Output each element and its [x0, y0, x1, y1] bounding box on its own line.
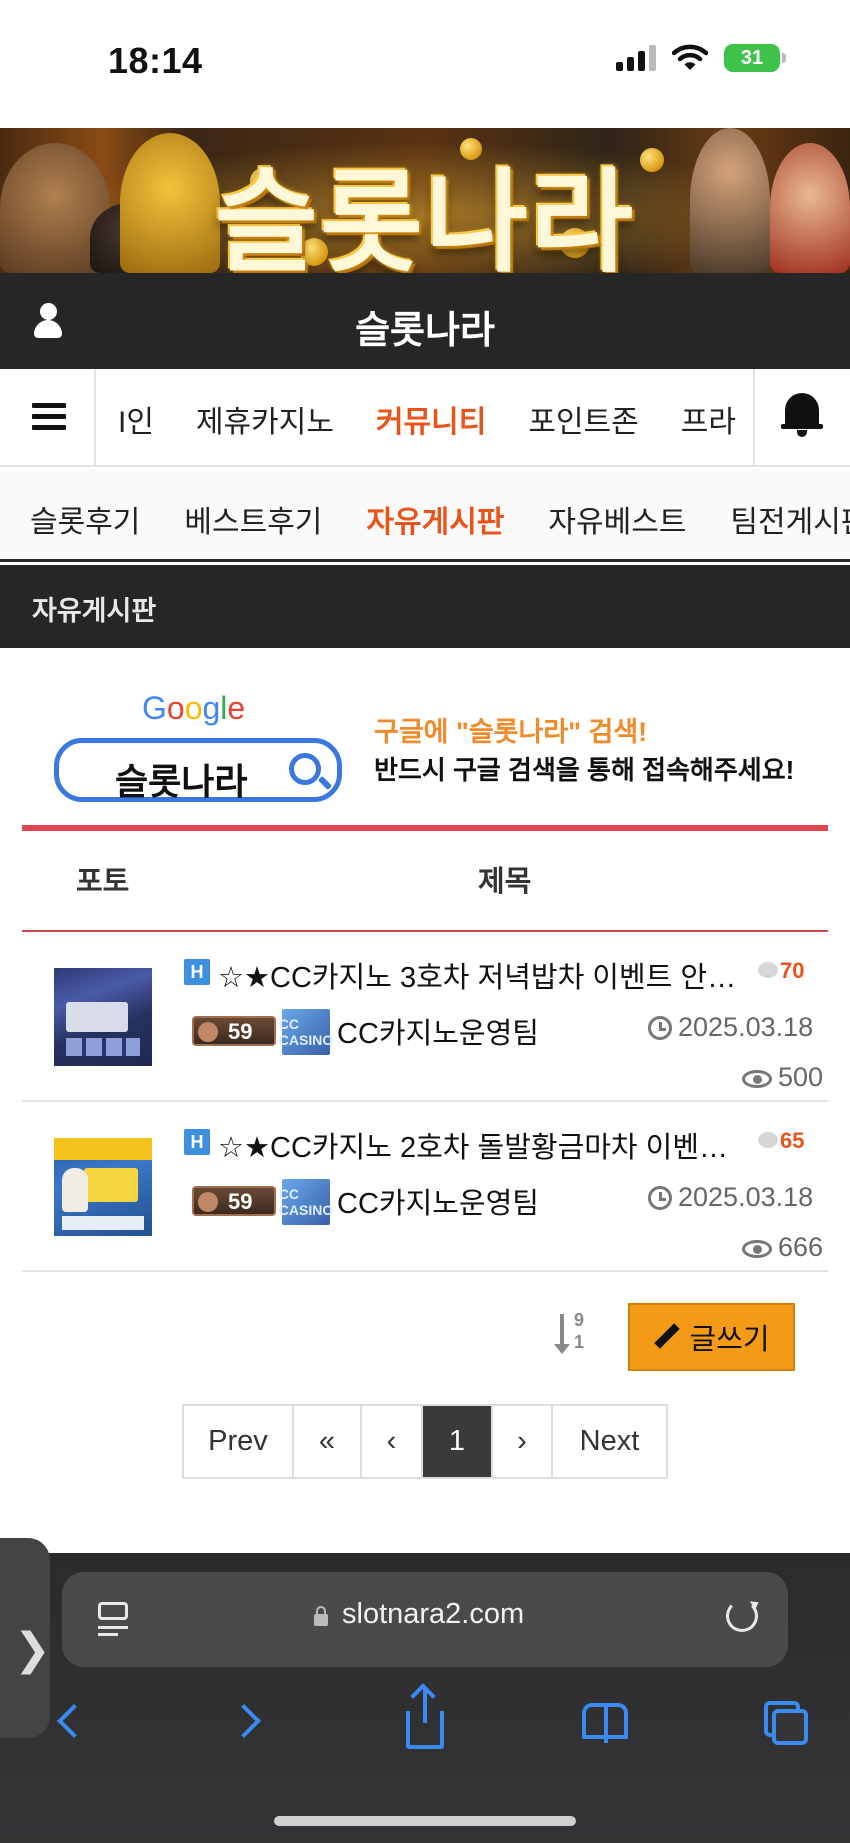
post-title[interactable]: ☆★CC카지노 2호차 돌발황금마차 이벤트 안내★☆	[218, 1124, 738, 1166]
clock-icon	[648, 1016, 672, 1040]
level-gem-icon	[198, 1022, 218, 1042]
sub-nav-item-free-best[interactable]: 자유베스트	[548, 497, 686, 541]
sub-nav-item-best-reviews[interactable]: 베스트후기	[184, 497, 322, 541]
post-row[interactable]: H ☆★CC카지노 2호차 돌발황금마차 이벤트 안내★☆ 65 59 CC C…	[22, 1102, 828, 1272]
share-icon	[423, 1689, 427, 1723]
sub-nav-item-team-board[interactable]: 팀전게시판	[730, 497, 850, 541]
sort-bottom-number: 1	[574, 1332, 585, 1352]
main-nav-item-partner-casino[interactable]: 제휴카지노	[196, 397, 334, 441]
main-nav: I인 제휴카지노 커뮤니티 포인트존 프라	[0, 369, 850, 467]
post-date: 2025.03.18	[678, 1182, 814, 1212]
comment-icon	[758, 962, 778, 978]
bell-icon	[781, 393, 823, 437]
page-menu-icon[interactable]	[98, 1602, 128, 1636]
eye-icon	[742, 1240, 772, 1258]
wifi-icon	[672, 44, 708, 70]
reload-icon[interactable]	[726, 1600, 758, 1632]
clock-time: 18:14	[108, 40, 203, 81]
post-row[interactable]: H ☆★CC카지노 3호차 저녁밥차 이벤트 안내★☆ 70 59 CC CAS…	[22, 932, 828, 1102]
site-header: 슬롯나라	[0, 273, 850, 369]
post-author[interactable]: CC카지노운영팀	[337, 1180, 539, 1222]
side-panel-chevron: ❯	[14, 1625, 51, 1674]
cc-casino-logo: CC CASINO	[279, 1179, 333, 1225]
view-count: 500	[778, 1062, 824, 1092]
main-nav-item[interactable]: I인	[118, 397, 154, 441]
next-button[interactable]: Next	[553, 1406, 666, 1477]
forward-button[interactable]	[222, 1695, 282, 1751]
level-badge: 59	[192, 1016, 276, 1046]
main-nav-item-community[interactable]: 커뮤니티	[376, 397, 486, 441]
comment-icon	[758, 1132, 778, 1148]
first-page-button[interactable]: «	[294, 1406, 362, 1477]
ad-search-box: 슬롯나라	[54, 738, 342, 802]
level-gem-icon	[198, 1192, 218, 1212]
main-nav-item-more[interactable]: 프라	[681, 397, 736, 441]
book-icon	[582, 1703, 606, 1739]
url-text[interactable]: slotnara2.com	[342, 1598, 524, 1631]
sub-nav-item-slot-reviews[interactable]: 슬롯후기	[30, 497, 140, 541]
hamburger-menu-icon[interactable]	[0, 369, 96, 465]
bookmarks-button[interactable]	[576, 1695, 636, 1751]
write-post-button[interactable]: 글쓰기	[628, 1303, 795, 1371]
ad-search-text: 슬롯나라	[115, 761, 248, 802]
post-thumbnail[interactable]	[54, 1138, 152, 1236]
magnifier-icon	[289, 753, 321, 785]
page-1-button[interactable]: 1	[423, 1406, 493, 1477]
clock-icon	[648, 1186, 672, 1210]
post-author[interactable]: CC카지노운영팀	[337, 1010, 539, 1052]
google-search-ad[interactable]: Google 슬롯나라 구글에 "슬롯나라" 검색! 반드시 구글 검색을 통해…	[50, 690, 810, 805]
eye-icon	[742, 1070, 772, 1088]
page-title: 자유게시판	[32, 596, 157, 626]
site-banner[interactable]: 슬롯나라	[0, 128, 850, 273]
banner-logo-text: 슬롯나라	[214, 158, 636, 273]
column-header-subject: 제목	[478, 866, 532, 898]
divider	[22, 825, 828, 831]
next-page-button[interactable]: ›	[493, 1406, 553, 1477]
sort-icon[interactable]: 9 1	[554, 1310, 594, 1358]
level-badge: 59	[192, 1186, 276, 1216]
main-nav-item-point-zone[interactable]: 포인트존	[528, 397, 638, 441]
status-bar: 18:14 31	[0, 0, 850, 128]
sub-nav-item-free-board[interactable]: 자유게시판	[366, 497, 504, 541]
share-button[interactable]	[396, 1689, 456, 1751]
comment-count: 65	[780, 1128, 805, 1153]
hot-badge: H	[184, 1129, 210, 1155]
google-logo: Google	[142, 690, 246, 726]
cc-casino-logo: CC CASINO	[279, 1009, 333, 1055]
column-header-photo: 포토	[76, 866, 130, 898]
level-number: 59	[228, 1189, 253, 1214]
post-title[interactable]: ☆★CC카지노 3호차 저녁밥차 이벤트 안내★☆	[218, 954, 738, 996]
side-panel-handle[interactable]: ❯	[0, 1538, 51, 1738]
address-bar[interactable]: slotnara2.com	[62, 1572, 788, 1667]
sub-nav[interactable]: 슬롯후기 베스트후기 자유게시판 자유베스트 팀전게시판	[0, 469, 850, 562]
comment-count: 70	[780, 958, 805, 983]
back-button[interactable]	[44, 1695, 104, 1751]
site-title[interactable]: 슬롯나라	[0, 299, 850, 354]
post-date: 2025.03.18	[678, 1012, 814, 1042]
level-number: 59	[228, 1019, 253, 1044]
ad-headline: 구글에 "슬롯나라" 검색!	[374, 717, 648, 747]
section-header: 자유게시판	[0, 565, 850, 648]
view-count: 666	[778, 1232, 824, 1262]
battery-level: 31	[740, 46, 764, 69]
pencil-icon	[653, 1324, 679, 1350]
tabs-button[interactable]	[756, 1695, 816, 1751]
lock-icon	[314, 1606, 328, 1626]
main-nav-scroller[interactable]: I인 제휴카지노 커뮤니티 포인트존 프라	[96, 369, 753, 465]
prev-button[interactable]: Prev	[184, 1406, 294, 1477]
status-icons: 31	[616, 44, 786, 72]
cellular-signal-icon	[616, 45, 656, 71]
ad-subline: 반드시 구글 검색을 통해 접속해주세요!	[374, 755, 795, 785]
battery-indicator: 31	[724, 44, 786, 72]
hot-badge: H	[184, 959, 210, 985]
sort-top-number: 9	[574, 1310, 585, 1330]
previous-page-button[interactable]: ‹	[362, 1406, 423, 1477]
post-thumbnail[interactable]	[54, 968, 152, 1066]
write-post-label: 글쓰기	[689, 1324, 770, 1356]
notification-button[interactable]	[753, 369, 850, 465]
home-indicator	[274, 1816, 576, 1826]
pagination: Prev « ‹ 1 › Next	[182, 1404, 668, 1479]
